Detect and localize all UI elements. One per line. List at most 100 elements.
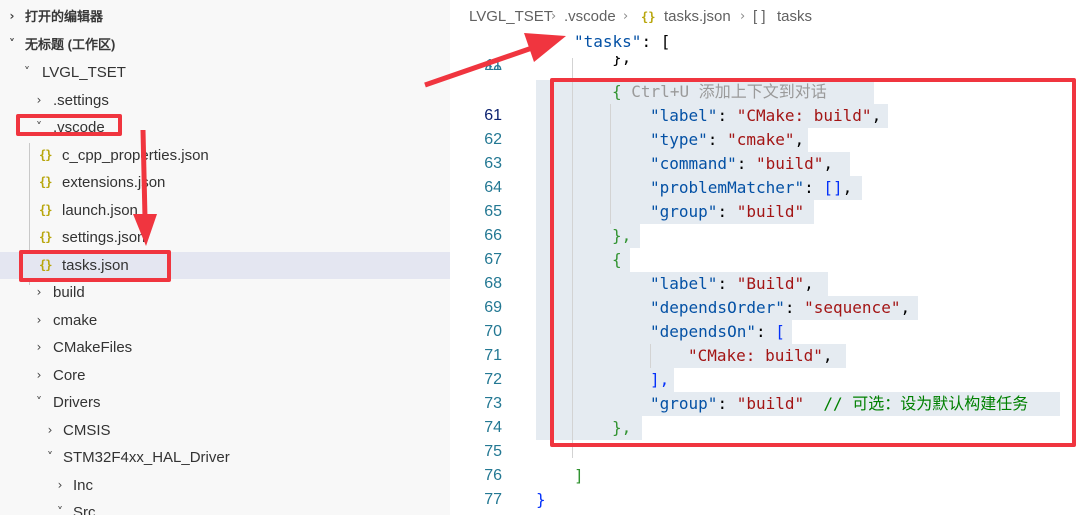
json-string: "cmake" xyxy=(727,130,795,149)
json-key: "dependsOrder" xyxy=(650,298,785,317)
tree-item-label: launch.json xyxy=(62,202,138,219)
json-punct: }, xyxy=(612,56,632,67)
code-line: 71 "dependsOn": [ xyxy=(450,320,1079,364)
tree-item-label: .settings xyxy=(53,92,109,109)
chevron-right-icon: › xyxy=(36,93,42,107)
tree-item-settings-json[interactable]: {} settings.json xyxy=(0,224,450,251)
breadcrumb-symbol[interactable]: tasks xyxy=(777,0,812,34)
tree-item-launch[interactable]: {} launch.json xyxy=(0,197,450,224)
workspace-header[interactable]: ˅ 无标题 (工作区) xyxy=(0,31,450,58)
code-line: 75 }, xyxy=(450,416,1079,460)
json-brace: }, xyxy=(612,226,632,245)
tree-item-extensions[interactable]: {} extensions.json xyxy=(0,169,450,196)
code-editor[interactable]: LVGL_TSET › .vscode › {} tasks.json › [ … xyxy=(450,0,1079,515)
json-file-icon: {} xyxy=(39,203,52,217)
json-key: "type" xyxy=(650,130,708,149)
tree-item-cmake[interactable]: › cmake xyxy=(0,307,450,334)
json-key: "command" xyxy=(650,154,737,173)
tree-item-c-cpp-properties[interactable]: {} c_cpp_properties.json xyxy=(0,142,450,169)
json-file-icon: {} xyxy=(39,230,52,244)
code-line: 60 }, xyxy=(450,56,1079,70)
tree-item-label: settings.json xyxy=(62,229,146,246)
json-string: "build" xyxy=(736,202,805,221)
code-line: 68 { xyxy=(450,248,1079,292)
chevron-right-icon: › xyxy=(36,313,42,327)
explorer-sidebar: › 打开的编辑器 ˅ 无标题 (工作区) ˅ LVGL_TSET › .sett… xyxy=(0,0,450,515)
code-line: 66 "group": "build" xyxy=(450,200,1079,244)
chevron-right-icon: › xyxy=(36,368,42,382)
tree-item-tasks-json[interactable]: {} tasks.json xyxy=(0,252,450,279)
tree-item-inc[interactable]: › Inc xyxy=(0,472,450,499)
chevron-right-icon: › xyxy=(9,9,15,23)
chevron-down-icon: ˅ xyxy=(47,450,53,464)
tree-item-cmakefiles[interactable]: › CMakeFiles xyxy=(0,334,450,361)
tree-item-label: extensions.json xyxy=(62,174,166,191)
tree-item-hal-driver[interactable]: ˅ STM32F4xx_HAL_Driver xyxy=(0,444,450,471)
tree-item-core[interactable]: › Core xyxy=(0,362,450,389)
tree-item-label: Src xyxy=(73,504,96,515)
tree-item-settings-folder[interactable]: › .settings xyxy=(0,87,450,114)
array-icon: [ ] xyxy=(753,8,766,25)
json-file-icon: {} xyxy=(39,148,52,162)
json-array: ] xyxy=(574,466,584,485)
code-line: 70 "dependsOrder": "sequence", xyxy=(450,296,1079,340)
tree-item-build[interactable]: › build xyxy=(0,279,450,306)
code-comment: // 可选：设为默认构建任务 xyxy=(823,394,1029,413)
code-line: 63 "type": "cmake", xyxy=(450,128,1079,172)
code-line: 67 }, xyxy=(450,224,1079,268)
json-brace: { xyxy=(612,82,622,101)
tree-item-drivers[interactable]: ˅ Drivers xyxy=(0,389,450,416)
json-file-icon: {} xyxy=(39,175,52,189)
tree-item-lvgl-tset[interactable]: ˅ LVGL_TSET xyxy=(0,59,450,86)
json-key: "group" xyxy=(650,394,718,413)
chevron-right-icon: › xyxy=(551,9,557,24)
tree-item-label: .vscode xyxy=(53,119,105,136)
breadcrumb-file[interactable]: tasks.json xyxy=(664,0,731,34)
json-key: "problemMatcher" xyxy=(650,178,805,197)
chevron-right-icon: › xyxy=(36,285,42,299)
json-string: "CMake: build" xyxy=(736,106,872,125)
tree-item-cmsis[interactable]: › CMSIS xyxy=(0,417,450,444)
code-line: 65 "problemMatcher": [], xyxy=(450,176,1079,220)
tree-item-label: cmake xyxy=(53,312,98,329)
breadcrumb: LVGL_TSET › .vscode › {} tasks.json › [ … xyxy=(450,0,1079,34)
inline-chat-hint[interactable]: Ctrl+U 添加上下文到对话 xyxy=(631,82,826,101)
code-line: 73 ], xyxy=(450,368,1079,412)
open-editors-header[interactable]: › 打开的编辑器 xyxy=(0,3,450,30)
chevron-right-icon: › xyxy=(57,478,63,492)
json-brace: { xyxy=(612,250,622,269)
tree-item-vscode-folder[interactable]: ˅ .vscode xyxy=(0,114,450,141)
json-array: ], xyxy=(650,370,670,389)
json-string: "Build" xyxy=(736,274,805,293)
json-string: "build" xyxy=(755,154,824,173)
breadcrumb-folder[interactable]: .vscode xyxy=(564,0,616,34)
tree-item-label: build xyxy=(53,284,85,301)
json-string: "build" xyxy=(736,394,805,413)
tree-item-label: Core xyxy=(53,367,86,384)
json-string: "sequence" xyxy=(804,298,901,317)
breadcrumb-root[interactable]: LVGL_TSET xyxy=(469,0,553,34)
tree-item-label: Drivers xyxy=(53,394,101,411)
json-punct: : [ xyxy=(641,32,671,51)
json-key: "label" xyxy=(650,274,718,293)
code-line: 11 "tasks": [ xyxy=(450,30,1079,74)
tree-item-src[interactable]: ˅ Src xyxy=(0,499,450,515)
chevron-right-icon: › xyxy=(47,423,53,437)
code-line: 74 "group": "build" // 可选：设为默认构建任务 xyxy=(450,392,1079,436)
json-key: "group" xyxy=(650,202,718,221)
code-line: 69 "label": "Build", xyxy=(450,272,1079,316)
code-line: 61 { Ctrl+U 添加上下文到对话 xyxy=(450,80,1079,124)
json-string: "CMake: build" xyxy=(688,346,823,365)
chevron-right-icon: › xyxy=(740,9,746,24)
json-array: [ xyxy=(775,322,785,341)
chevron-down-icon: ˅ xyxy=(36,395,42,409)
chevron-down-icon: ˅ xyxy=(24,65,30,79)
json-brace: } xyxy=(536,490,546,509)
json-array: [] xyxy=(823,178,843,197)
chevron-down-icon: ˅ xyxy=(57,505,63,515)
chevron-right-icon: › xyxy=(36,340,42,354)
workspace-label: 无标题 (工作区) xyxy=(25,37,116,52)
json-key: "dependsOn" xyxy=(650,322,756,341)
tree-item-label: c_cpp_properties.json xyxy=(62,147,209,164)
tree-item-label: STM32F4xx_HAL_Driver xyxy=(63,449,230,466)
